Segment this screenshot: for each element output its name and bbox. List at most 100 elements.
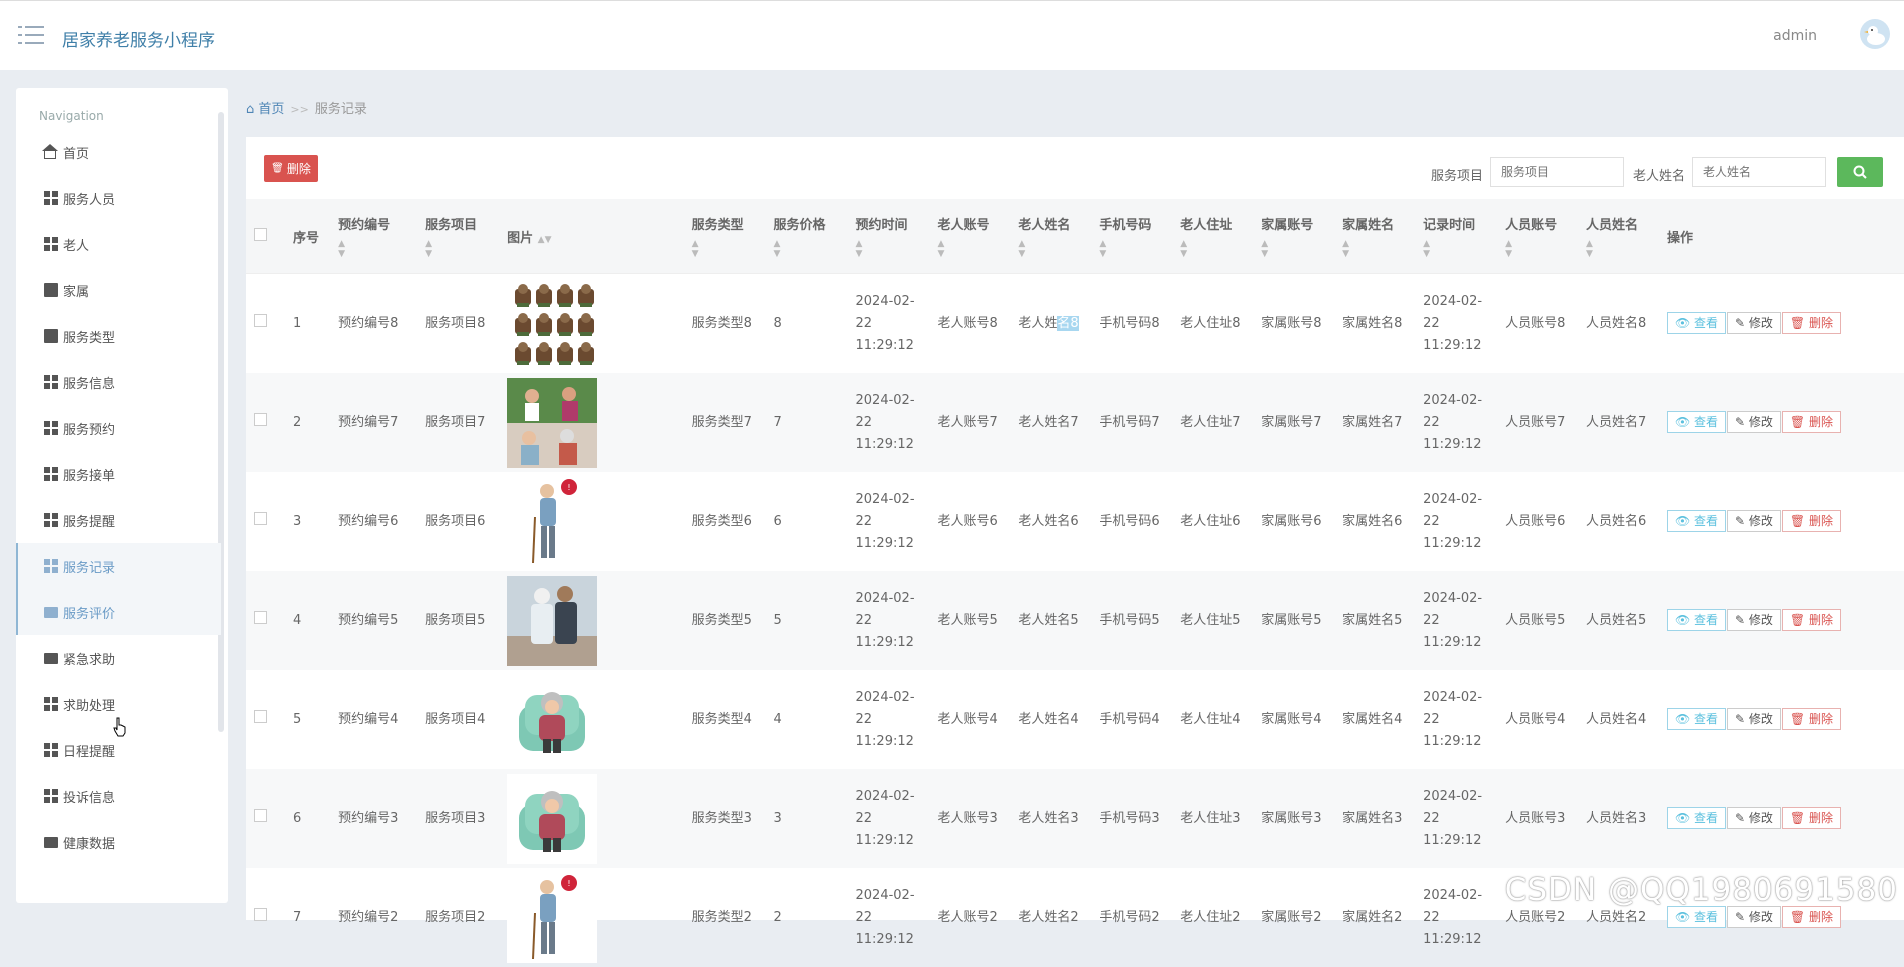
col-header[interactable]: 老人住址 ▲ ▼ [1174,199,1256,274]
col-header[interactable]: 老人账号 ▲ ▼ [931,199,1013,274]
view-button[interactable]: 👁 查看 [1666,807,1727,829]
col-header[interactable]: 服务价格 ▲ ▼ [767,199,850,274]
cell-image[interactable] [501,571,686,670]
row-select-cell[interactable] [246,472,287,571]
col-header[interactable]: 服务类型 ▲ ▼ [685,199,768,274]
sidebar-item-home[interactable]: 首页 [16,129,221,175]
sidebar-item-label: 老人 [63,238,90,254]
row-checkbox[interactable] [254,808,267,822]
view-button[interactable]: 👁 查看 [1666,411,1727,433]
search-icon [1853,165,1867,179]
sidebar-item-service-record[interactable]: 服务记录 [16,543,221,589]
user-name[interactable]: admin [1773,28,1817,44]
sidebar-item-staff[interactable]: 服务人员 [16,175,221,221]
cell-actions: 👁 查看 ✎ 修改 🗑 删除 [1660,571,1904,670]
cell-image[interactable] [501,373,686,472]
view-button[interactable]: 👁 查看 [1666,708,1727,730]
row-select-cell[interactable] [246,769,287,868]
col-header[interactable]: 服务项目 ▲ ▼ [419,199,502,274]
batch-delete-button[interactable]: 🗑 删除 [264,155,318,182]
grid-icon [44,559,58,573]
col-header[interactable]: 预约编号 ▲ ▼ [332,199,420,274]
view-button[interactable]: 👁 查看 [1666,609,1727,631]
sidebar-item-elder[interactable]: 老人 [16,221,221,267]
delete-button[interactable]: 🗑 删除 [1781,708,1841,730]
row-select-cell[interactable] [246,373,287,472]
cell-image[interactable] [501,769,686,868]
search-elder-input[interactable] [1692,157,1826,187]
sidebar-item-service-info[interactable]: 服务信息 [16,359,221,405]
view-button[interactable]: 👁 查看 [1666,906,1727,928]
cell-record-time: 2024-02-22 11:29:12 [1417,769,1500,868]
breadcrumb-home[interactable]: ⌂ 首页 [246,102,284,117]
row-select-cell[interactable] [246,670,287,769]
delete-button[interactable]: 🗑 删除 [1781,510,1841,532]
elder-cane-image: ! [507,476,598,567]
search-service-input[interactable] [1490,157,1624,187]
col-header[interactable]: 老人姓名 ▲ ▼ [1012,199,1094,274]
delete-button[interactable]: 🗑 删除 [1781,807,1841,829]
col-header[interactable]: 家属账号 ▲ ▼ [1255,199,1337,274]
row-select-cell[interactable] [246,274,287,374]
search-elder-label: 老人姓名 [1633,169,1686,184]
sidebar-item-label: 服务提醒 [63,514,116,530]
delete-button[interactable]: 🗑 删除 [1781,609,1841,631]
grid-icon [44,375,58,389]
search-button[interactable] [1837,157,1883,187]
avatar[interactable] [1860,19,1890,49]
col-header[interactable]: 人员账号 ▲ ▼ [1499,199,1580,274]
cell-no: 6 [286,769,333,868]
sidebar-item-emergency[interactable]: 紧急求助 [16,635,221,681]
edit-button[interactable]: ✎ 修改 [1727,609,1781,631]
row-checkbox[interactable] [254,511,267,525]
row-checkbox[interactable] [254,313,267,327]
cell-address: 老人住址7 [1174,373,1256,472]
row-checkbox[interactable] [254,907,267,921]
cell-time: 2024-02-22 11:29:12 [849,571,932,670]
sidebar-item-family[interactable]: 家属 [16,267,221,313]
delete-button[interactable]: 🗑 删除 [1781,906,1841,928]
row-checkbox[interactable] [254,610,267,624]
col-header[interactable]: 手机号码 ▲ ▼ [1093,199,1175,274]
edit-button[interactable]: ✎ 修改 [1727,807,1781,829]
sidebar-item-service-booking[interactable]: 服务预约 [16,405,221,451]
col-header[interactable]: 家属姓名 ▲ ▼ [1336,199,1418,274]
monitor-icon [44,652,58,664]
row-checkbox[interactable] [254,709,267,723]
sidebar-item-health[interactable]: 健康数据 [16,819,221,865]
select-all-checkbox[interactable] [254,227,267,241]
col-header[interactable]: 图片 ▲▼ [501,199,686,274]
menu-icon[interactable] [18,25,44,45]
view-button[interactable]: 👁 查看 [1666,510,1727,532]
edit-button[interactable]: ✎ 修改 [1727,708,1781,730]
cell-booking-no: 预约编号3 [332,769,420,868]
view-button[interactable]: 👁 查看 [1666,312,1727,334]
cell-service: 服务项目7 [419,373,502,472]
row-checkbox[interactable] [254,412,267,426]
sidebar-item-complaint[interactable]: 投诉信息 [16,773,221,819]
edit-button[interactable]: ✎ 修改 [1727,906,1781,928]
cell-address: 老人住址5 [1174,571,1256,670]
sidebar-item-service-type[interactable]: 服务类型 [16,313,221,359]
trash-icon: 🗑 [1789,712,1809,726]
edit-button[interactable]: ✎ 修改 [1727,411,1781,433]
cell-phone: 手机号码6 [1099,513,1160,529]
col-header[interactable]: 人员姓名 ▲ ▼ [1580,199,1661,274]
cell-image[interactable] [501,670,685,769]
edit-button[interactable]: ✎ 修改 [1727,510,1781,532]
sidebar-item-service-review[interactable]: 服务评价 [16,589,221,635]
sidebar-item-service-reminder[interactable]: 服务提醒 [16,497,221,543]
cell-image[interactable]: ! [501,868,685,967]
delete-button[interactable]: 🗑 删除 [1781,312,1841,334]
delete-button[interactable]: 🗑 删除 [1781,411,1841,433]
row-select-cell[interactable] [246,571,287,670]
edit-button[interactable]: ✎ 修改 [1727,312,1781,334]
cell-image[interactable] [501,274,685,374]
cell-image[interactable]: ! [501,472,685,571]
select-all-cell[interactable] [246,199,287,274]
sidebar-item-service-order[interactable]: 服务接单 [16,451,221,497]
col-header[interactable]: 记录时间 ▲ ▼ [1417,199,1500,274]
cell-record-time: 2024-02-22 11:29:12 [1423,293,1483,353]
row-select-cell[interactable] [246,868,287,967]
col-header[interactable]: 预约时间 ▲ ▼ [849,199,932,274]
